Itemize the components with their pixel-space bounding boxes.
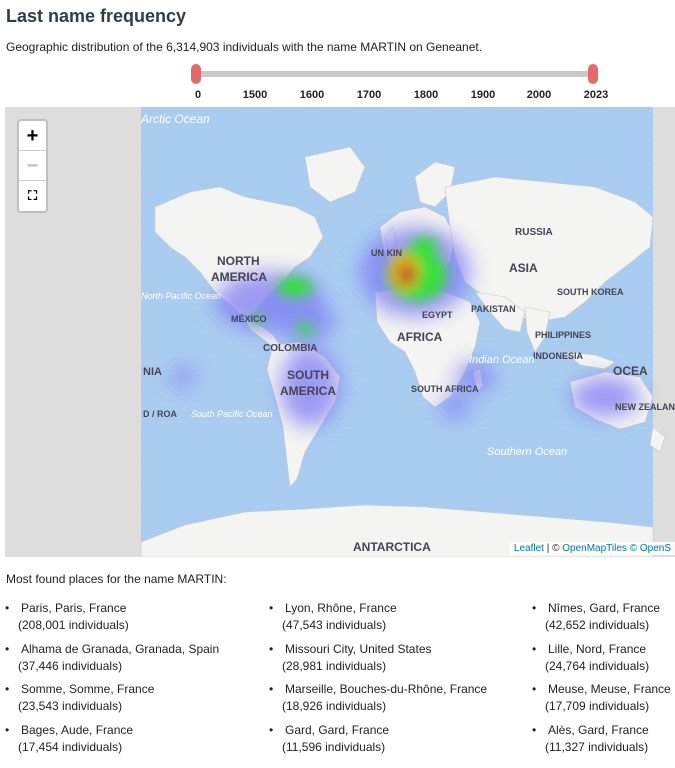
page-subtitle: Geographic distribution of the 6,314,903… [6, 40, 483, 54]
list-item: • Marseille, Bouches-du-Rhône, France (1… [269, 682, 488, 713]
place-name: Alhama de Granada, Granada, Spain [21, 642, 220, 656]
place-count: (23,543 individuals) [18, 699, 123, 713]
place-count: (24,764 individuals) [545, 659, 650, 673]
place-name: Bages, Aude, France [21, 723, 134, 737]
places-title: Most found places for the name MARTIN: [6, 572, 227, 586]
label-southern-ocean: Southern Ocean [487, 446, 567, 458]
list-item: • Bages, Aude, France (17,454 individual… [5, 723, 134, 754]
slider-tick: 1500 [242, 89, 268, 101]
label-russia: RUSSIA [515, 227, 553, 238]
label-north-america-2: AMERICA [211, 270, 267, 284]
leaflet-link[interactable]: Leaflet [514, 543, 544, 554]
map-attribution: Leaflet | © OpenMapTiles © OpenS [509, 542, 675, 555]
slider-tick: 2000 [526, 89, 552, 101]
slider-ticks: 0 1500 1600 1700 1800 1900 2000 2023 [190, 89, 609, 103]
slider-tick: 1800 [413, 89, 439, 101]
slider-tick: 0 [194, 89, 202, 101]
list-item: • Somme, Somme, France (23,543 individua… [5, 682, 155, 713]
place-name: Paris, Paris, France [21, 601, 127, 615]
label-philippines: PHILIPPINES [535, 330, 591, 340]
list-item: • Gard, Gard, France (11,596 individuals… [269, 723, 390, 754]
place-count: (17,709 individuals) [545, 699, 650, 713]
label-antarctica: ANTARCTICA [353, 540, 431, 554]
place-count: (37,446 individuals) [18, 659, 123, 673]
label-north-america: NORTH [217, 254, 260, 268]
label-left-roa: D / ROA [143, 409, 178, 419]
place-count: (28,981 individuals) [282, 659, 387, 673]
slider-track[interactable] [195, 71, 593, 77]
year-range-slider[interactable]: 0 1500 1600 1700 1800 1900 2000 2023 [190, 62, 609, 103]
label-pakistan: PAKISTAN [471, 304, 516, 314]
slider-end-handle[interactable] [588, 64, 598, 84]
slider-tick: 2023 [583, 89, 609, 101]
place-name: Lille, Nord, France [548, 642, 647, 656]
label-north-pacific: North Pacific Ocean [141, 291, 221, 301]
label-south-america: SOUTH [287, 368, 329, 382]
label-indonesia: INDONESIA [533, 351, 584, 361]
page-title: Last name frequency [6, 6, 187, 26]
label-asia: ASIA [509, 261, 538, 275]
label-south-korea: SOUTH KOREA [557, 287, 624, 297]
place-name: Meuse, Meuse, France [548, 682, 671, 696]
label-left-nia: NIA [143, 366, 162, 378]
list-item: • Missouri City, United States (28,981 i… [269, 642, 432, 673]
zoom-out-button[interactable]: − [19, 151, 46, 181]
place-name: Somme, Somme, France [21, 682, 155, 696]
list-item: • Paris, Paris, France (208,001 individu… [5, 601, 129, 632]
place-name: Alès, Gard, France [548, 723, 649, 737]
list-item: • Lille, Nord, France (24,764 individual… [532, 642, 650, 673]
label-oceania: OCEA [613, 364, 648, 378]
slider-tick: 1600 [299, 89, 325, 101]
attribution-separator: | © [543, 543, 563, 554]
zoom-in-button[interactable]: + [19, 121, 46, 151]
place-name: Marseille, Bouches-du-Rhône, France [285, 682, 488, 696]
label-africa: AFRICA [397, 330, 443, 344]
openmaptiles-link[interactable]: OpenMapTiles [562, 543, 627, 554]
slider-start-handle[interactable] [191, 64, 201, 84]
list-item: • Lyon, Rhône, France (47,543 individual… [269, 601, 397, 632]
slider-tick: 1900 [470, 89, 496, 101]
label-south-africa: SOUTH AFRICA [411, 384, 479, 394]
list-item: • Alhama de Granada, Granada, Spain (37,… [5, 642, 220, 673]
label-indian-ocean: Indian Ocean [469, 354, 534, 366]
list-item: • Nîmes, Gard, France (42,652 individual… [532, 601, 661, 632]
list-item: • Meuse, Meuse, France (17,709 individua… [532, 682, 671, 713]
world-map: Arctic Ocean NORTH AMERICA North Pacific… [140, 107, 675, 557]
label-arctic: Arctic Ocean [140, 112, 210, 126]
place-count: (11,596 individuals) [282, 740, 386, 754]
label-uk: UN KIN [371, 248, 402, 258]
osm-link[interactable]: © OpenS [630, 543, 671, 554]
heatmap-map[interactable]: Arctic Ocean NORTH AMERICA North Pacific… [5, 107, 675, 557]
place-count: (208,001 individuals) [18, 618, 129, 632]
place-name: Gard, Gard, France [285, 723, 390, 737]
list-item: • Alès, Gard, France (11,327 individuals… [532, 723, 649, 754]
zoom-controls: + − ⛶ [17, 119, 48, 213]
label-egypt: EGYPT [422, 310, 453, 320]
label-mexico: MÉXICO [231, 314, 267, 324]
place-count: (17,454 individuals) [18, 740, 123, 754]
label-south-america-2: AMERICA [280, 384, 336, 398]
label-south-pacific: South Pacific Ocean [191, 409, 273, 419]
label-colombia: COLOMBIA [263, 343, 317, 354]
place-name: Missouri City, United States [285, 642, 432, 656]
fullscreen-icon[interactable]: ⛶ [19, 181, 46, 211]
slider-tick: 1700 [356, 89, 382, 101]
place-count: (47,543 individuals) [282, 618, 387, 632]
place-name: Lyon, Rhône, France [285, 601, 397, 615]
place-count: (11,327 individuals) [545, 740, 649, 754]
label-new-zealand: NEW ZEALAN AOTEAR [615, 402, 675, 412]
place-count: (18,926 individuals) [282, 699, 387, 713]
place-name: Nîmes, Gard, France [548, 601, 661, 615]
place-count: (42,652 individuals) [545, 618, 650, 632]
